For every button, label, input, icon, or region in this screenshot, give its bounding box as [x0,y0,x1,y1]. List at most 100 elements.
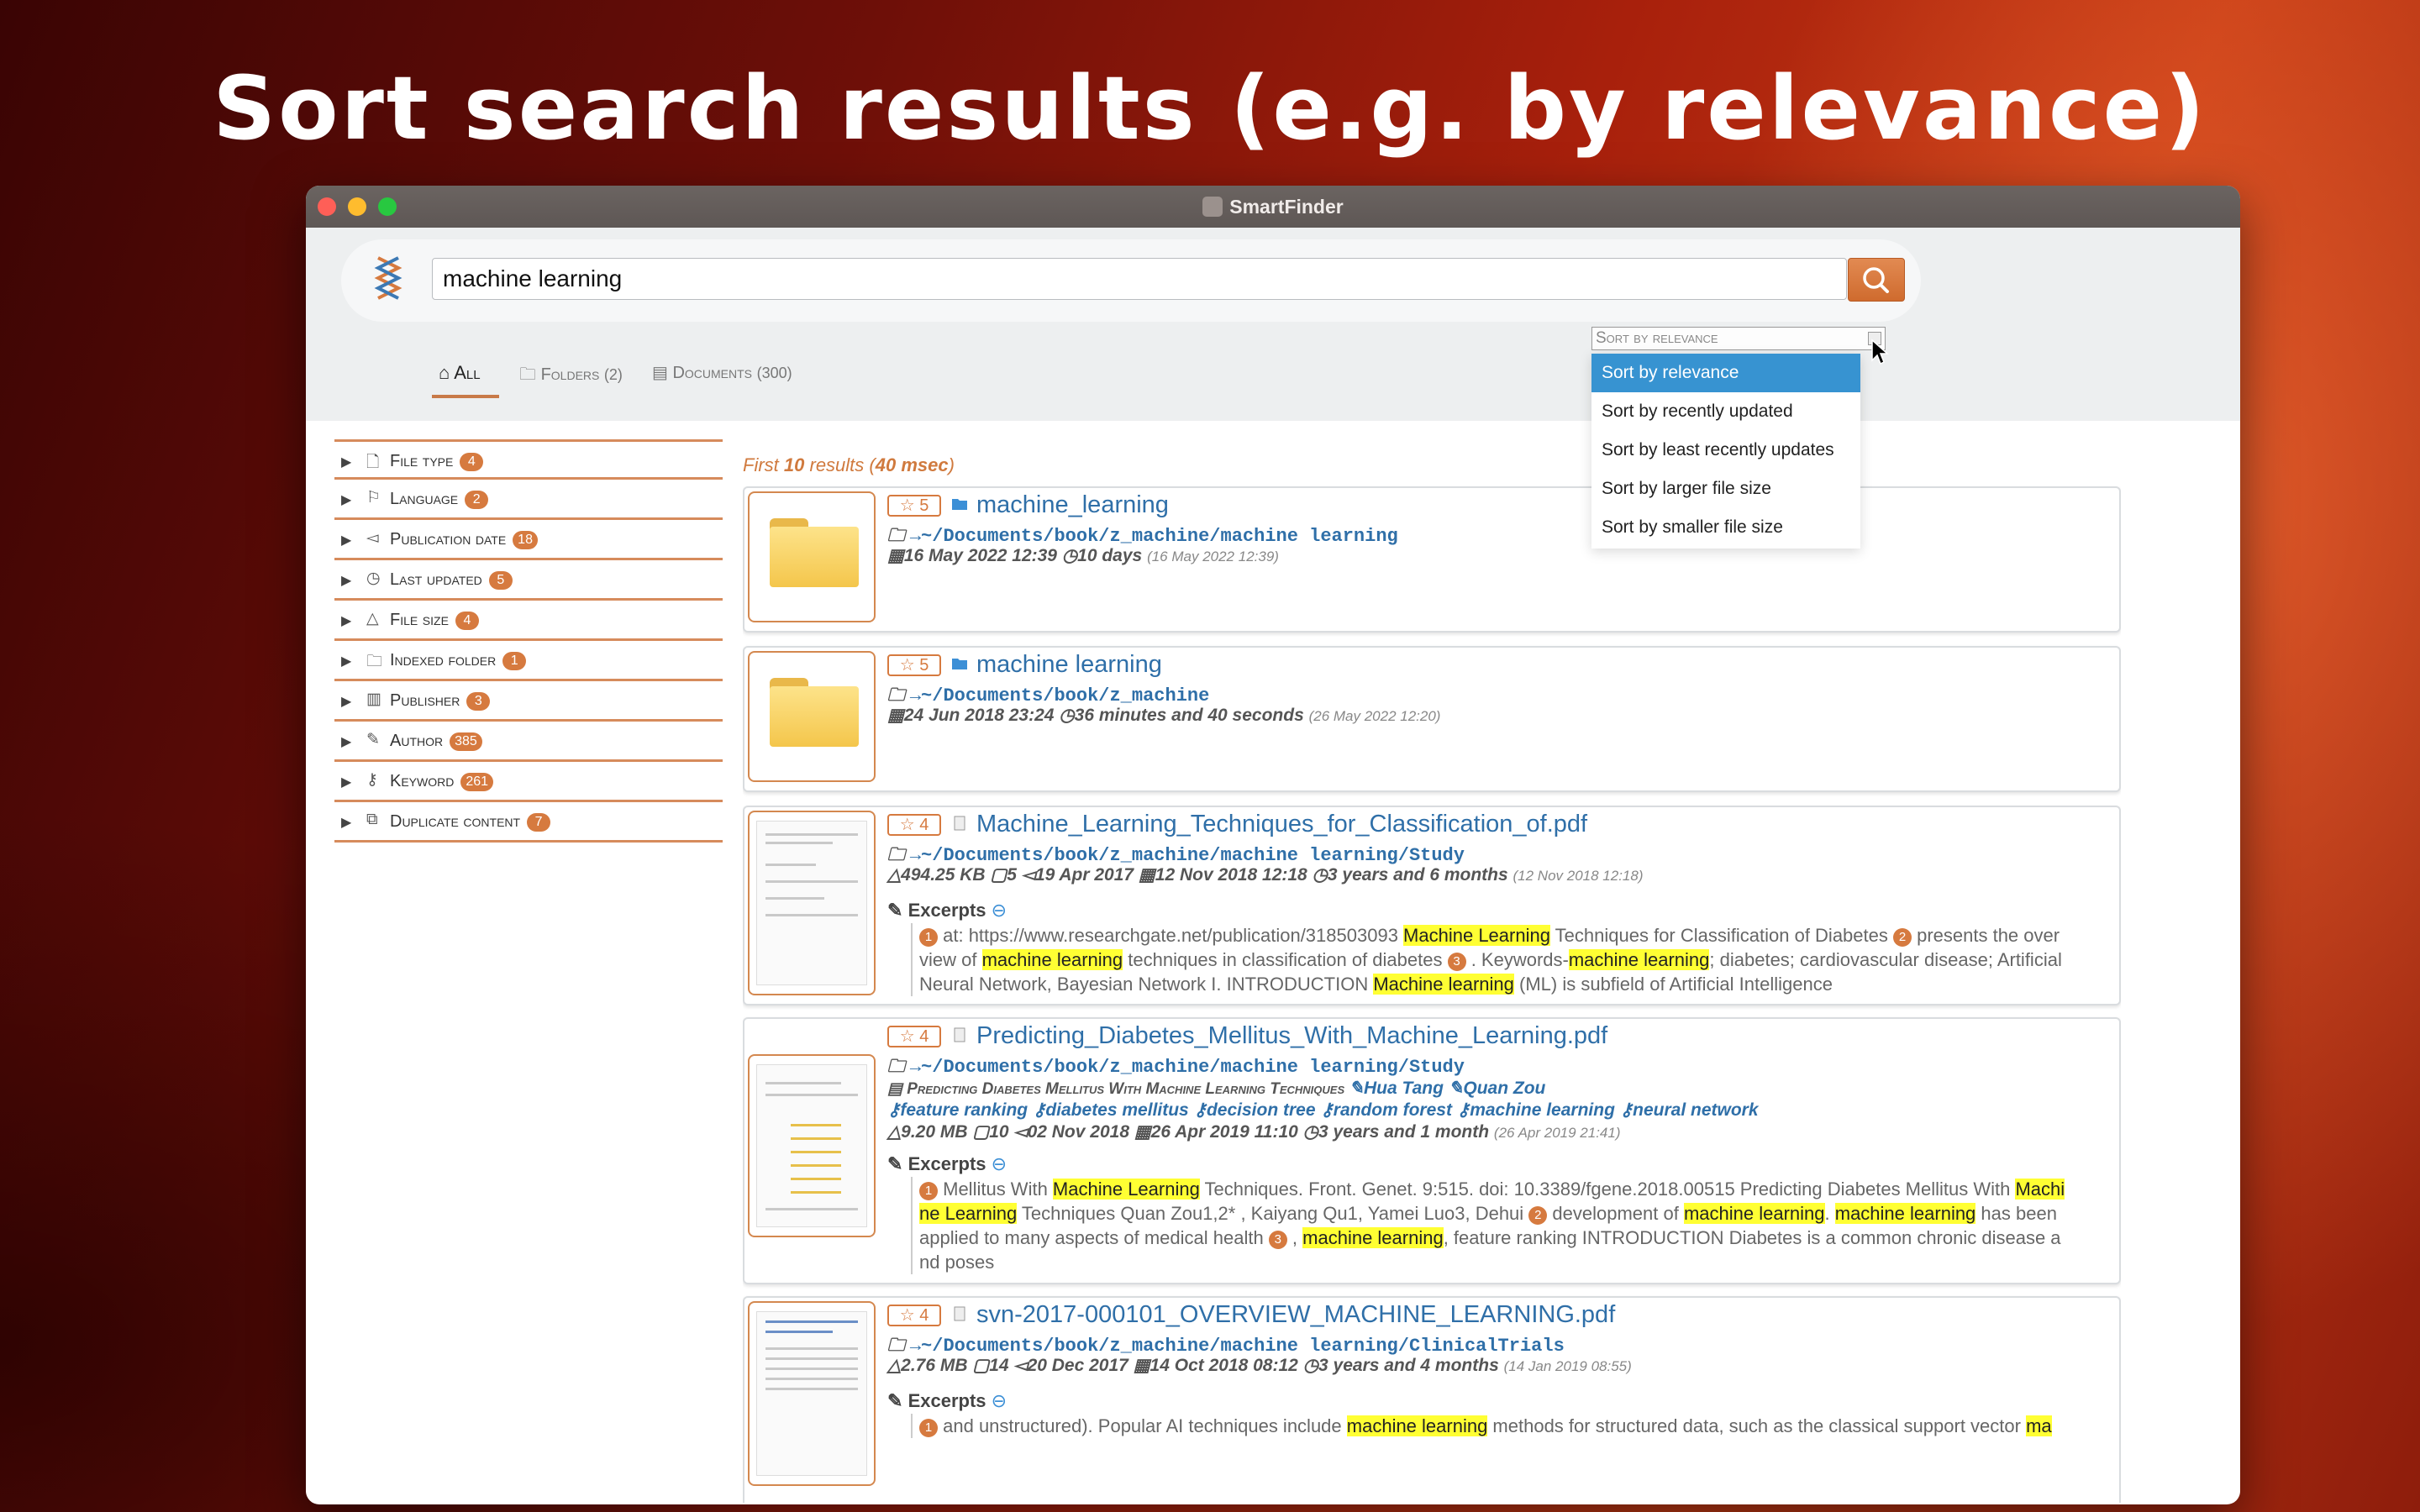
facet-file-size[interactable]: ▶ △ File size 4 [334,601,723,641]
expand-triangle-icon[interactable]: ▶ [341,532,351,549]
collapse-icon[interactable]: ⊖ [992,900,1007,921]
folder-thumbnail[interactable] [748,491,876,622]
facet-author[interactable]: ▶ ✎ Author 385 [334,722,723,762]
folder-thumbnail[interactable] [748,651,876,782]
expand-triangle-icon[interactable]: ▶ [341,612,351,629]
weight-icon: △ [887,1356,902,1375]
document-preview [756,1311,867,1476]
facet-keyword[interactable]: ▶ ⚷ Keyword 261 [334,762,723,802]
facet-label: File type [390,452,454,470]
keyword-link[interactable]: machine learning [1470,1100,1615,1120]
document-preview [756,1064,867,1227]
results-summary-prefix: First [743,454,779,475]
result-path[interactable]: →~/Documents/book/z_machine/machine lear… [910,526,1398,547]
excerpt-icon: ✎ [887,1390,903,1411]
result-title[interactable]: machine learning [976,651,1162,679]
sort-option-least-recently-updated[interactable]: Sort by least recently updates [1591,431,1860,470]
facet-indexed-folder[interactable]: ▶ 🗀 Indexed folder 1 [334,641,723,681]
result-path[interactable]: →~/Documents/book/z_machine [910,685,1209,706]
expand-triangle-icon[interactable]: ▶ [341,774,351,790]
pdf-icon [954,1306,965,1321]
result-path[interactable]: →~/Documents/book/z_machine/machine lear… [910,1057,1465,1078]
excerpts-header[interactable]: ✎ Excerpts ⊖ [887,1390,1007,1412]
tab-documents[interactable]: ▤ Documents (300) [652,362,792,383]
result-date: 16 May 2022 12:39 [903,546,1057,565]
keyword-link[interactable]: decision tree [1207,1100,1316,1120]
expand-triangle-icon[interactable]: ▶ [341,491,351,508]
sort-option-smaller-size[interactable]: Sort by smaller file size [1591,508,1860,547]
facet-count: 7 [527,813,551,832]
keyword-link[interactable]: feature ranking [900,1100,1028,1120]
search-button[interactable] [1848,258,1905,302]
result-author[interactable]: Hua Tang [1364,1079,1444,1098]
rank-value: 4 [919,816,929,834]
search-input[interactable]: machine learning [432,258,1847,300]
result-title[interactable]: Machine_Learning_Techniques_for_Classifi… [976,811,1587,838]
facet-language[interactable]: ▶ ⚐ Language 2 [334,480,723,520]
expand-triangle-icon[interactable]: ▶ [341,454,351,470]
collapse-icon[interactable]: ⊖ [992,1390,1007,1411]
result-card[interactable]: ☆ 4 svn-2017-000101_OVERVIEW_MACHINE_LEA… [743,1296,2121,1503]
tab-all[interactable]: ⌂ All [439,362,481,384]
document-thumbnail[interactable] [748,1301,876,1486]
facet-label: Duplicate content [390,812,521,831]
expand-triangle-icon[interactable]: ▶ [341,572,351,589]
excerpts-label: Excerpts [908,1153,986,1174]
facet-publication-date[interactable]: ▶ ◅ Publication date 18 [334,520,723,560]
result-title[interactable]: Predicting_Diabetes_Mellitus_With_Machin… [976,1022,1607,1050]
tab-folders[interactable]: 🗀 Folders (2) [519,362,623,391]
facet-publisher[interactable]: ▶ ▥ Publisher 3 [334,681,723,722]
facet-last-updated[interactable]: ▶ ◷ Last updated 5 [334,560,723,601]
expand-triangle-icon[interactable]: ▶ [341,693,351,710]
expand-triangle-icon[interactable]: ▶ [341,733,351,750]
keyword-link[interactable]: neural network [1633,1100,1758,1120]
tab-documents-label: Documents [672,364,753,382]
folder-icon: 🗀 [887,685,905,705]
keyword-link[interactable]: random forest [1334,1100,1452,1120]
folder-icon [952,499,967,510]
rank-value: 5 [919,496,929,515]
facet-duplicate-content[interactable]: ▶ ⧉ Duplicate content 7 [334,802,723,843]
facet-file-type[interactable]: ▶ 🗋 File type 4 [334,439,723,480]
result-path[interactable]: →~/Documents/book/z_machine/machine lear… [910,1336,1565,1357]
excerpt-icon: ✎ [887,900,903,921]
collapse-icon[interactable]: ⊖ [992,1153,1007,1174]
expand-triangle-icon[interactable]: ▶ [341,653,351,669]
excerpts-header[interactable]: ✎ Excerpts ⊖ [887,900,1007,921]
document-thumbnail[interactable] [748,1054,876,1237]
facet-count: 5 [488,571,513,590]
result-size: 9.20 MB [901,1122,968,1142]
sort-option-recently-updated[interactable]: Sort by recently updated [1591,392,1860,431]
highlight: Machine learning [1373,974,1514,995]
expand-triangle-icon[interactable]: ▶ [341,814,351,831]
flag-icon: ⚐ [366,489,381,507]
result-author[interactable]: Quan Zou [1463,1079,1545,1098]
excerpt-part: Techniques. Front. Genet. 9:515. doi: 10… [1199,1179,2016,1200]
result-path[interactable]: →~/Documents/book/z_machine/machine lear… [910,845,1465,866]
result-published: 19 Apr 2017 [1034,865,1134,885]
result-title[interactable]: svn-2017-000101_OVERVIEW_MACHINE_LEARNIN… [976,1301,1615,1329]
sort-select[interactable]: Sort by relevance [1591,327,1886,350]
rank-badge: ☆ 5 [887,495,941,517]
excerpts-label: Excerpts [908,900,986,921]
document-thumbnail[interactable] [748,811,876,995]
results-summary-time: 40 msec [875,454,949,475]
results-summary-suffix: ) [948,454,955,475]
sort-option-larger-size[interactable]: Sort by larger file size [1591,470,1860,508]
excerpt-part: at: https://www.researchgate.net/publica… [943,925,1404,946]
result-title[interactable]: machine_learning [976,491,1169,519]
sort-option-relevance[interactable]: Sort by relevance [1591,354,1860,392]
highlight: machine learning [1568,949,1710,970]
excerpt-text: 1 and unstructured). Popular AI techniqu… [911,1414,2065,1438]
facet-count: 18 [513,531,538,549]
result-card[interactable]: ☆ 5 machine learning 🗀 →~/Documents/book… [743,646,2121,792]
result-ago-date: (26 Apr 2019 21:41) [1493,1125,1621,1141]
result-keywords-line: ⚷feature ranking ⚷diabetes mellitus ⚷dec… [887,1100,1759,1121]
result-card[interactable]: ☆ 4 Predicting_Diabetes_Mellitus_With_Ma… [743,1017,2121,1284]
excerpt-number: 2 [1892,928,1912,947]
excerpts-header[interactable]: ✎ Excerpts ⊖ [887,1153,1007,1175]
active-tab-indicator [432,395,499,398]
result-card[interactable]: ☆ 4 Machine_Learning_Techniques_for_Clas… [743,806,2121,1005]
keyword-link[interactable]: diabetes mellitus [1045,1100,1188,1120]
result-card[interactable]: ☆ 5 machine_learning 🗀 →~/Documents/book… [743,486,2121,633]
